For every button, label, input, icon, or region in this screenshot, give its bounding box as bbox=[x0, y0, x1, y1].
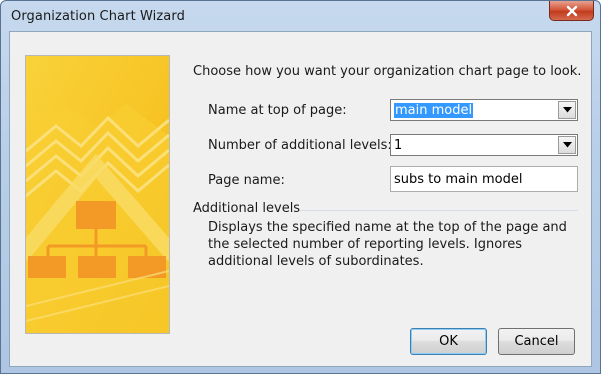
cancel-button[interactable]: Cancel bbox=[498, 328, 575, 355]
window-title: Organization Chart Wizard bbox=[11, 9, 185, 24]
wizard-illustration bbox=[25, 55, 170, 334]
additional-levels-dropdown-button[interactable] bbox=[558, 136, 576, 154]
help-description: Displays the specified name at the top o… bbox=[208, 220, 567, 269]
help-section-divider bbox=[300, 210, 578, 211]
additional-levels-combobox[interactable]: 1 bbox=[390, 134, 578, 156]
page-name-input[interactable] bbox=[391, 167, 577, 191]
title-bar[interactable]: Organization Chart Wizard bbox=[1, 1, 600, 33]
name-at-top-combobox[interactable]: main model bbox=[390, 99, 578, 121]
dialog-body: Choose how you want your organization ch… bbox=[9, 31, 592, 367]
additional-levels-label: Number of additional levels: bbox=[208, 138, 392, 153]
name-at-top-value: main model bbox=[394, 103, 474, 118]
name-at-top-label: Name at top of page: bbox=[208, 103, 347, 118]
page-name-label: Page name: bbox=[208, 173, 285, 188]
close-icon bbox=[566, 5, 577, 16]
name-at-top-dropdown-button[interactable] bbox=[558, 101, 576, 119]
chevron-down-icon bbox=[562, 142, 572, 148]
chevron-down-icon bbox=[562, 107, 572, 113]
page-name-field[interactable] bbox=[390, 166, 578, 192]
close-button[interactable] bbox=[549, 1, 594, 21]
instruction-text: Choose how you want your organization ch… bbox=[193, 64, 582, 79]
additional-levels-value: 1 bbox=[394, 138, 403, 153]
help-section-title: Additional levels bbox=[193, 201, 301, 216]
ok-button[interactable]: OK bbox=[410, 328, 487, 355]
org-chart-illustration-icon bbox=[26, 56, 169, 333]
dialog-window: Organization Chart Wizard Choose how you… bbox=[0, 0, 601, 374]
